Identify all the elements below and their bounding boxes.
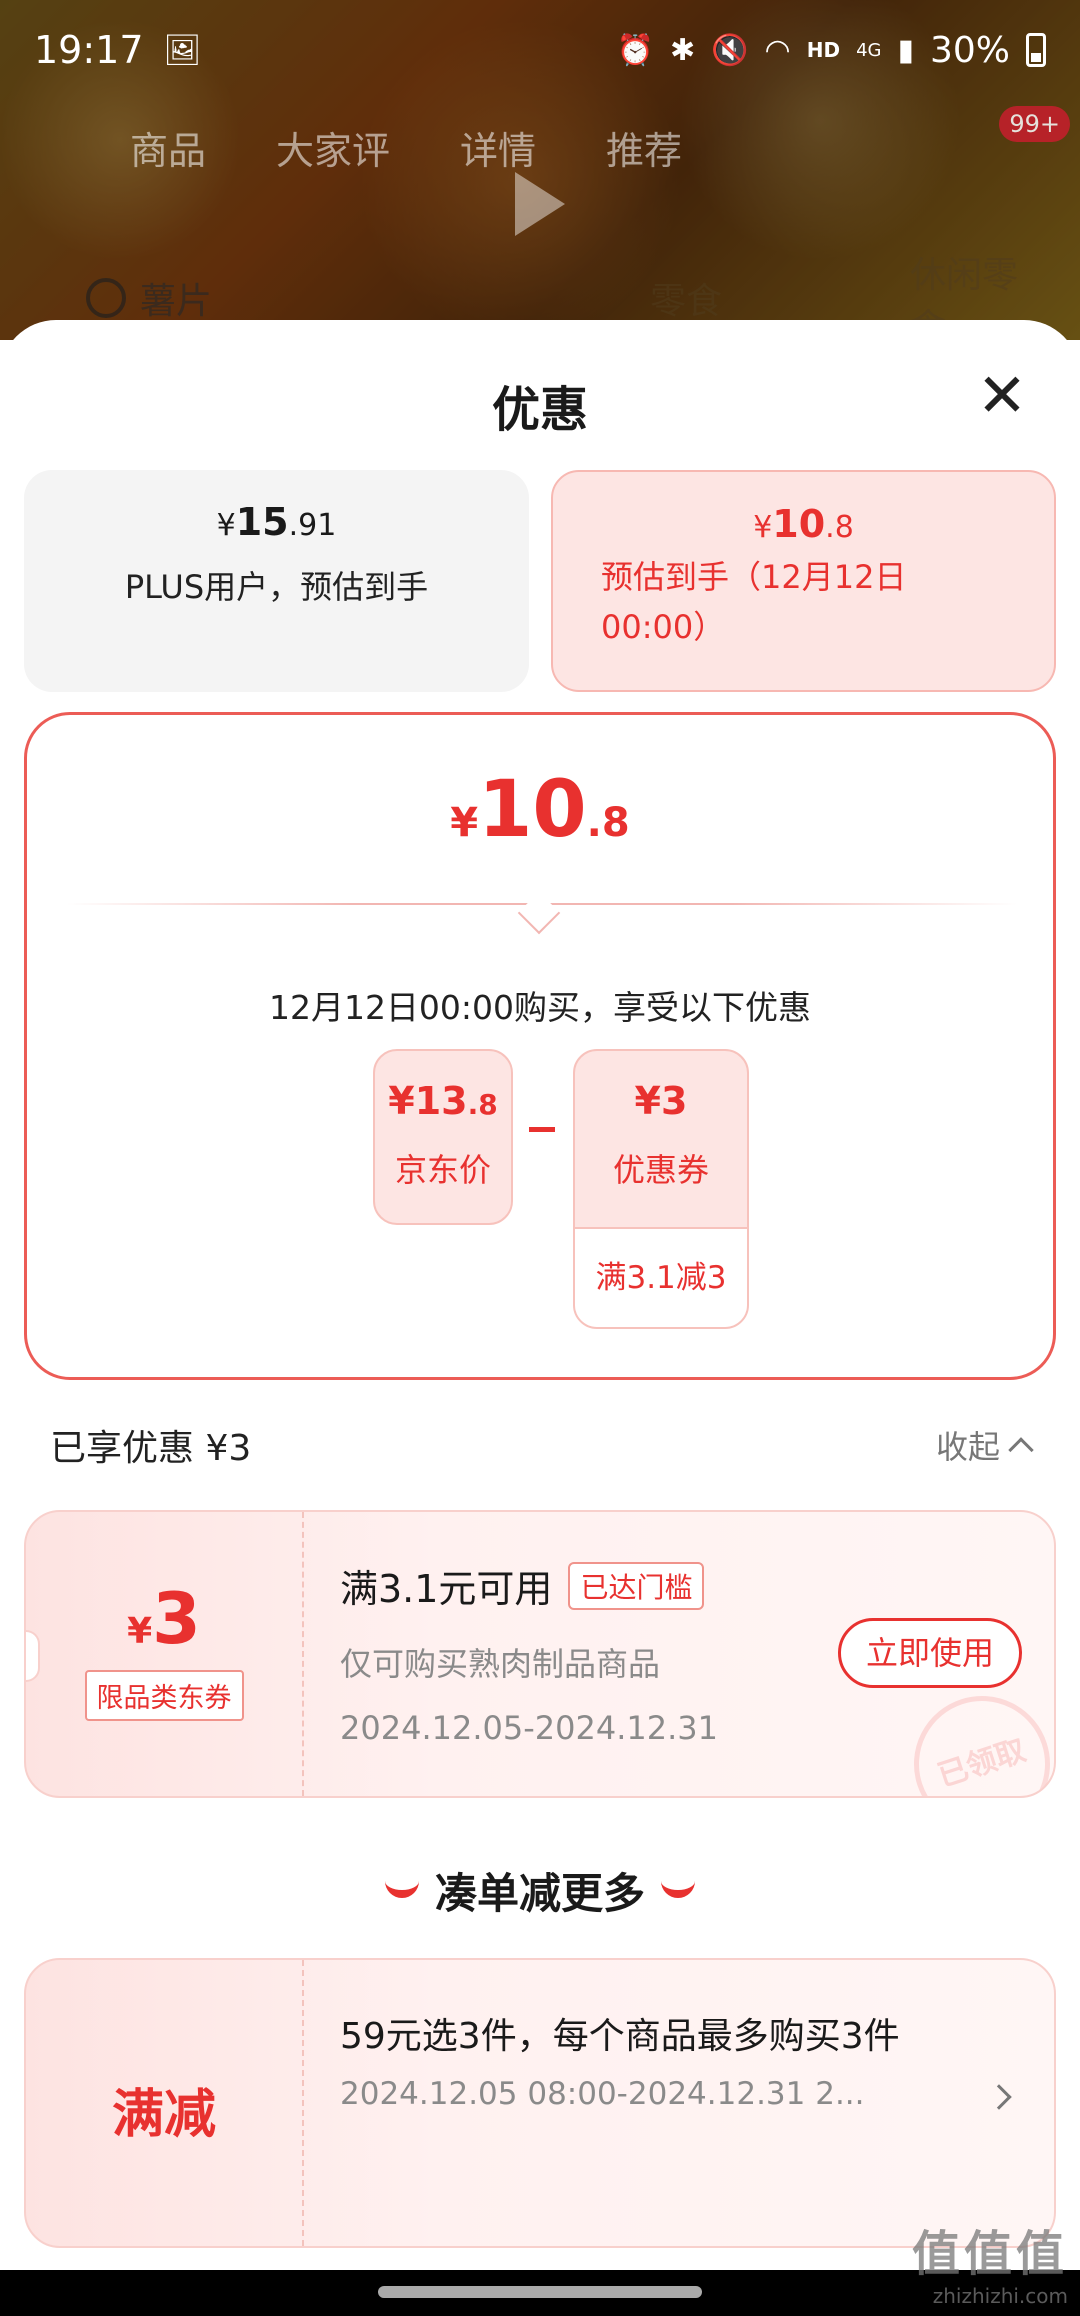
collapse-label: 收起 bbox=[935, 1428, 1000, 1466]
image-icon: 🖼 bbox=[163, 32, 202, 68]
estimate-price-label: 预估到手（12月12日 00:00） bbox=[601, 558, 907, 646]
cart-badge: 99+ bbox=[999, 106, 1070, 142]
search-icon bbox=[86, 278, 126, 318]
close-icon[interactable]: ✕ bbox=[974, 366, 1030, 426]
chevron-up-icon bbox=[1008, 1437, 1034, 1463]
collapse-button[interactable]: 收起 bbox=[935, 1422, 1034, 1468]
wifi-icon: ◠ bbox=[764, 32, 791, 68]
alarm-icon: ⏰ bbox=[616, 32, 655, 68]
plus-price-label: PLUS用户，预估到手 bbox=[124, 568, 429, 606]
coupon-amount: ¥3 bbox=[634, 1079, 688, 1123]
coupon-card: ¥3 限品类东券 满3.1元可用 已达门槛 仅可购买熟肉制品商品 2024.12… bbox=[24, 1510, 1056, 1798]
jd-price-card: ¥13.8 京东价 bbox=[373, 1049, 513, 1225]
hd-label: HD bbox=[806, 38, 841, 62]
chevron-right-icon bbox=[986, 2084, 1012, 2110]
sheet-title: 优惠 bbox=[491, 382, 588, 438]
full-reduction-details: 59元选3件，每个商品最多购买3件 2024.12.05 08:00-2024.… bbox=[340, 2008, 920, 2112]
plus-price-option[interactable]: ¥15.91 PLUS用户，预估到手 bbox=[24, 470, 529, 692]
jd-price: ¥13.8 bbox=[388, 1079, 498, 1123]
signal-label: 4G bbox=[856, 39, 882, 61]
coupon-description: 仅可购买熟肉制品商品 bbox=[340, 1645, 661, 1683]
discount-sheet: 优惠 ✕ ¥15.91 PLUS用户，预估到手 ¥10.8 预估到手（12月12… bbox=[0, 320, 1080, 2270]
full-reduction-dates: 2024.12.05 08:00-2024.12.31 2... bbox=[340, 2076, 865, 2112]
minus-icon bbox=[529, 1127, 555, 1132]
tab-goods[interactable]: 商品 bbox=[130, 120, 206, 175]
final-price: ¥10.8 bbox=[450, 765, 630, 855]
coupon-title-row: 满3.1元可用 已达门槛 bbox=[340, 1558, 860, 1613]
estimate-price: ¥10.8 bbox=[753, 502, 854, 546]
coupon-separator bbox=[302, 1960, 304, 2246]
coupon-value: ¥3 限品类东券 bbox=[26, 1512, 302, 1796]
mute-icon: 🔇 bbox=[711, 32, 749, 68]
coupon-title: 满3.1元可用 bbox=[340, 1567, 553, 1611]
full-reduction-label: 满减 bbox=[111, 2085, 216, 2145]
coupon-type-badge: 限品类东券 bbox=[84, 1670, 244, 1721]
coupon-label: 优惠券 bbox=[612, 1151, 709, 1189]
divider-notch bbox=[517, 891, 561, 935]
coupon-discount-card: ¥3 优惠券 满3.1减3 bbox=[573, 1049, 749, 1329]
full-reduction-label-box: 满减 bbox=[26, 1960, 302, 2246]
smile-icon bbox=[661, 1880, 695, 1898]
home-indicator[interactable] bbox=[378, 2286, 702, 2298]
price-breakdown: ¥10.8 12月12日00:00购买，享受以下优惠 ¥13.8 京东价 ¥3 … bbox=[24, 712, 1056, 1380]
coupon-rule: 满3.1减3 bbox=[575, 1227, 747, 1327]
full-reduction-title: 59元选3件，每个商品最多购买3件 bbox=[340, 2016, 900, 2057]
full-reduction-card[interactable]: 满减 59元选3件，每个商品最多购买3件 2024.12.05 08:00-20… bbox=[24, 1958, 1056, 2248]
coupon-dates: 2024.12.05-2024.12.31 bbox=[340, 1709, 718, 1747]
estimate-price-option[interactable]: ¥10.8 预估到手（12月12日 00:00） bbox=[551, 470, 1056, 692]
enjoyed-discount-row: 已享优惠 ¥3 收起 bbox=[50, 1400, 1034, 1490]
tab-reviews[interactable]: 大家评 bbox=[276, 120, 390, 175]
search-keyword: 薯片 bbox=[140, 281, 213, 322]
tab-recommend[interactable]: 推荐 bbox=[606, 120, 682, 175]
tab-details[interactable]: 详情 bbox=[460, 120, 536, 175]
battery-percent: 30% bbox=[929, 29, 1010, 71]
claimed-stamp: 已领取 bbox=[896, 1678, 1054, 1796]
plus-price: ¥15.91 bbox=[216, 500, 337, 544]
purchase-note: 12月12日00:00购买，享受以下优惠 bbox=[268, 988, 812, 1027]
status-bar: 19:17 🖼 ⏰ ✱ 🔇 ◠ HD 4G ▮ 30% bbox=[0, 0, 1080, 100]
coupon-details: 满3.1元可用 已达门槛 仅可购买熟肉制品商品 2024.12.05-2024.… bbox=[340, 1558, 860, 1747]
enjoyed-discount-label: 已享优惠 ¥3 bbox=[50, 1428, 252, 1469]
jd-price-label: 京东价 bbox=[394, 1151, 491, 1189]
coupon-separator bbox=[302, 1512, 304, 1796]
watermark: 值值值 zhizhizhi.com bbox=[911, 2226, 1068, 2308]
use-now-button[interactable]: 立即使用 bbox=[838, 1618, 1022, 1688]
play-icon[interactable] bbox=[515, 172, 565, 236]
smile-icon bbox=[384, 1880, 419, 1898]
signal-icon: ▮ bbox=[897, 32, 914, 68]
coupon-card-amount: ¥3 bbox=[127, 1578, 201, 1660]
status-time: 19:17 bbox=[34, 28, 144, 72]
more-discount-heading: 凑单减更多 bbox=[0, 1860, 1080, 1921]
search-tag: 零食 bbox=[650, 281, 723, 322]
threshold-met-badge: 已达门槛 bbox=[568, 1561, 705, 1610]
product-tabs: 商品 大家评 详情 推荐 bbox=[130, 120, 682, 175]
bluetooth-icon: ✱ bbox=[670, 32, 696, 68]
battery-icon bbox=[1026, 33, 1046, 67]
